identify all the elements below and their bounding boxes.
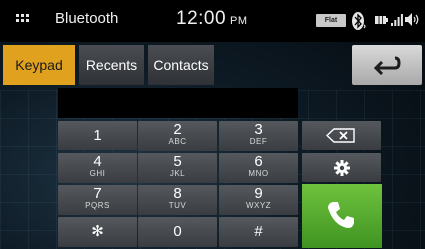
key-8[interactable]: 8 TUV (138, 185, 217, 215)
key-letters: JKL (169, 169, 186, 178)
settings-gear-icon (334, 160, 350, 176)
clock: 12:00 PM (176, 8, 248, 30)
key-0[interactable]: 0 (138, 217, 217, 247)
key-digit: 6 (254, 153, 263, 170)
key-letters: ABC (168, 137, 187, 146)
key-letters: MNO (248, 169, 269, 178)
return-arrow-icon (373, 56, 401, 75)
clock-ampm: PM (230, 15, 248, 27)
status-bar: Bluetooth 12:00 PM Flat (0, 0, 425, 42)
key-hash[interactable]: # (219, 217, 298, 247)
tab-recents[interactable]: Recents (79, 45, 144, 85)
key-digit: ✻ (91, 223, 104, 240)
app-title: Bluetooth (55, 10, 119, 27)
clock-time: 12:00 (176, 8, 227, 29)
backspace-button[interactable] (302, 121, 381, 150)
key-letters: DEF (249, 137, 268, 146)
key-4[interactable]: 4 GHI (58, 153, 137, 183)
key-6[interactable]: 6 MNO (219, 153, 298, 183)
key-digit: 8 (173, 185, 182, 202)
key-letters: PQRS (85, 201, 110, 210)
key-letters: GHI (89, 169, 106, 178)
key-digit: 5 (173, 153, 182, 170)
key-5[interactable]: 5 JKL (138, 153, 217, 183)
number-display[interactable] (58, 88, 298, 118)
tab-contacts[interactable]: Contacts (148, 45, 214, 85)
signal-icon (391, 14, 403, 26)
call-phone-icon (328, 202, 354, 228)
key-digit: 2 (173, 121, 182, 138)
key-digit: 7 (93, 185, 102, 202)
key-digit: # (254, 223, 263, 240)
bluetooth-icon (352, 12, 366, 30)
key-1[interactable]: 1 (58, 121, 137, 150)
key-2[interactable]: 2 ABC (138, 121, 217, 151)
key-letters: TUV (168, 201, 187, 210)
battery-icon (375, 16, 388, 24)
volume-icon (405, 13, 419, 26)
key-3[interactable]: 3 DEF (219, 121, 298, 151)
key-digit: 1 (93, 127, 102, 144)
key-9[interactable]: 9 WXYZ (219, 185, 298, 215)
key-digit: 4 (93, 153, 102, 170)
key-7[interactable]: 7 PQRS (58, 185, 137, 215)
key-letters: WXYZ (245, 201, 272, 210)
tab-keypad[interactable]: Keypad (3, 45, 75, 85)
backspace-icon (326, 128, 355, 143)
settings-button[interactable] (302, 153, 381, 182)
call-button[interactable] (302, 184, 382, 248)
back-button[interactable] (352, 45, 422, 85)
key-star[interactable]: ✻ (58, 217, 137, 247)
key-digit: 9 (254, 185, 263, 202)
apps-grid-icon[interactable] (16, 14, 30, 26)
key-digit: 0 (173, 223, 182, 240)
eq-badge: Flat (316, 14, 346, 27)
key-digit: 3 (254, 121, 263, 138)
